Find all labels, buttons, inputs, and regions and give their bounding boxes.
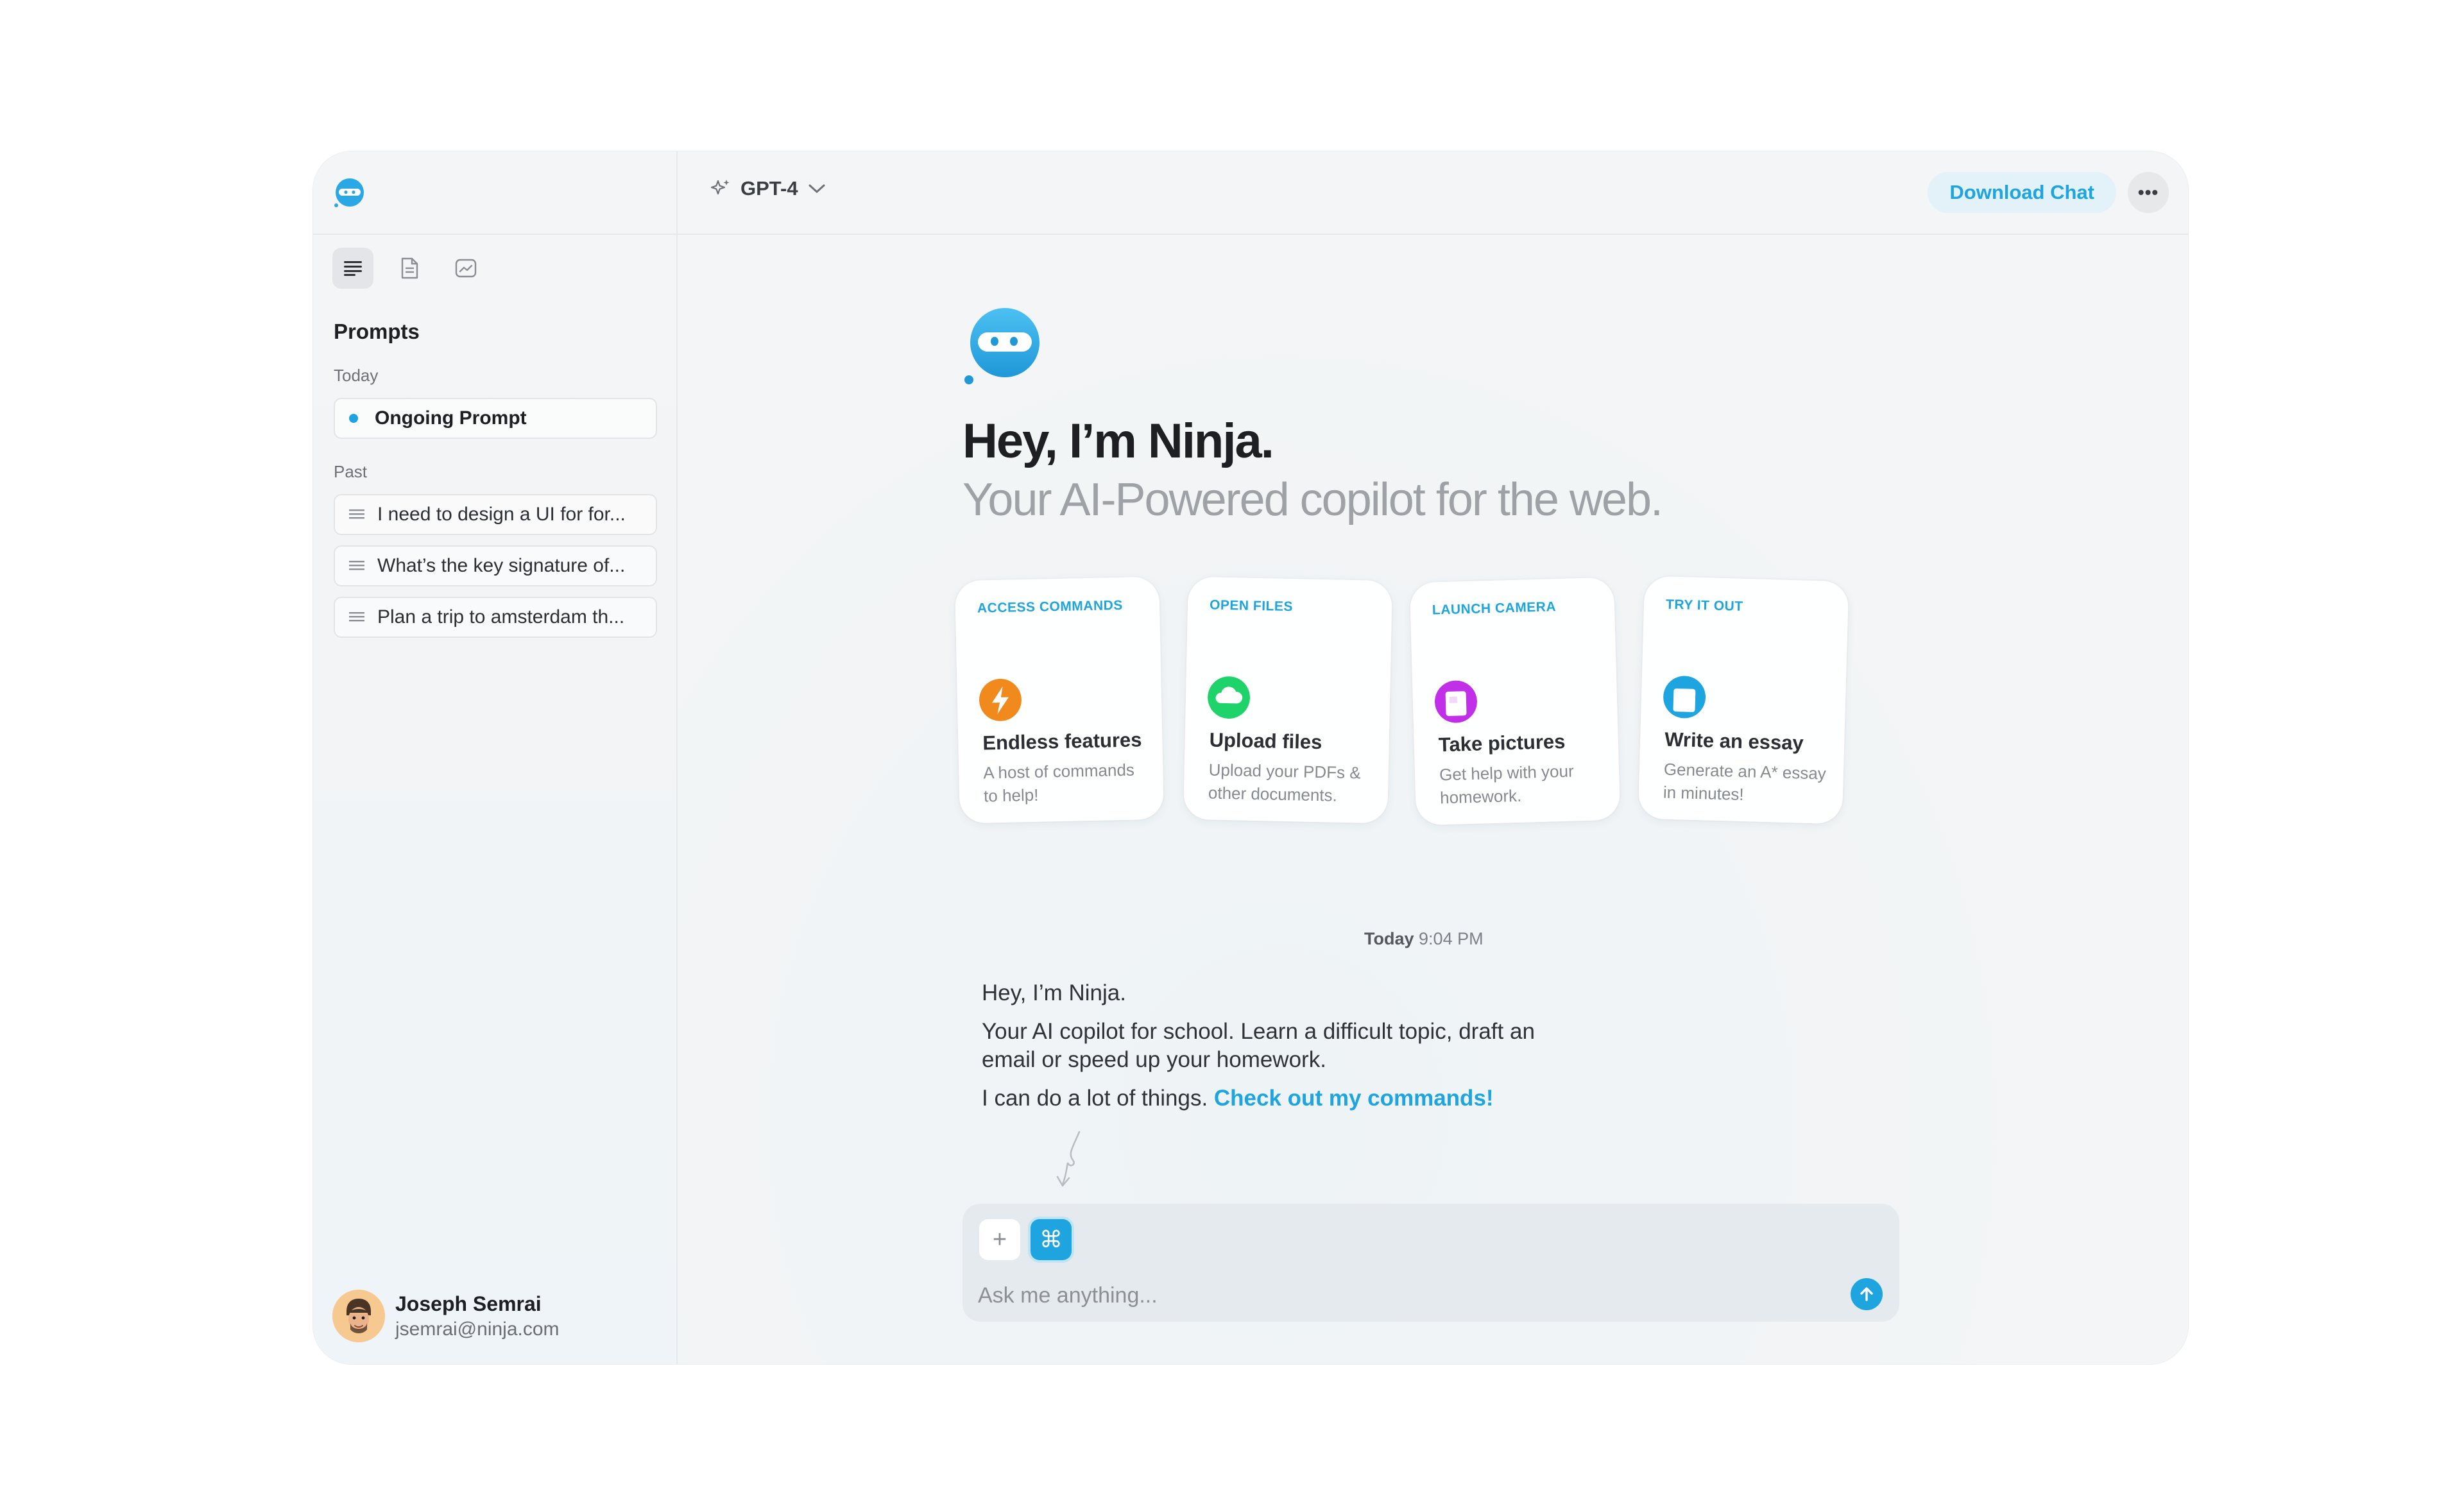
ninja-logo-icon[interactable]: [332, 176, 367, 210]
arrow-up-icon: [1860, 1287, 1873, 1301]
timestamp-day: Today: [1364, 929, 1414, 948]
hero-title: Hey, I’m Ninja.: [963, 414, 1274, 468]
add-attachment-button[interactable]: +: [979, 1219, 1020, 1260]
timestamp-time: 9:04 PM: [1419, 929, 1484, 948]
memoji-avatar-icon: [332, 1290, 385, 1342]
message-line: email or speed up your homework.: [982, 1047, 1326, 1072]
sparkles-icon: [710, 180, 730, 195]
arrow-doodle-icon: [1056, 1131, 1081, 1187]
hero-subtitle: Your AI-Powered copilot for the web.: [963, 474, 1663, 525]
card-category: TRY IT OUT: [1665, 597, 1743, 614]
prompts-heading: Prompts: [334, 320, 420, 343]
image-folder-icon: [455, 259, 477, 278]
camera-icon: [1434, 680, 1477, 723]
model-selector[interactable]: GPT-4: [710, 177, 826, 200]
sidebar-header: [313, 151, 676, 235]
chevron-down-icon: [809, 184, 825, 193]
message-text: I can do a lot of things.: [982, 1086, 1208, 1111]
cloud-icon: [1208, 676, 1251, 719]
sidebar: Prompts Today Ongoing Prompt Past I need…: [313, 151, 678, 1364]
lines-icon: [349, 612, 364, 622]
card-description: Generate an A* essay in minutes!: [1663, 759, 1827, 805]
tab-documents[interactable]: [389, 248, 430, 289]
user-name: Joseph Semrai: [395, 1292, 542, 1315]
send-button[interactable]: [1851, 1278, 1883, 1310]
message-input[interactable]: [978, 1281, 1831, 1310]
section-today-label: Today: [334, 366, 379, 385]
tab-prompts[interactable]: [332, 248, 373, 289]
message-line: I can do a lot of things. Check out my c…: [982, 1084, 1494, 1113]
chat-main: GPT-4 Download Chat ••• Hey, I’m Ninja. …: [678, 151, 2188, 1364]
card-category: OPEN FILES: [1209, 597, 1294, 615]
prompt-item-past[interactable]: Plan a trip to amsterdam th...: [334, 597, 657, 638]
lines-icon: [349, 509, 364, 519]
app-window: Prompts Today Ongoing Prompt Past I need…: [313, 151, 2188, 1364]
card-open-files[interactable]: OPEN FILES Upload files Upload your PDFs…: [1183, 576, 1392, 824]
message-line: Your AI copilot for school. Learn a diff…: [982, 1019, 1535, 1044]
card-description: Get help with your homework.: [1439, 761, 1575, 808]
message-composer: + ⌘: [963, 1204, 1899, 1322]
user-info: Joseph Semrai jsemrai@ninja.com: [395, 1292, 560, 1340]
card-try-it-out[interactable]: TRY IT OUT Write an essay Generate an A*…: [1638, 576, 1849, 824]
section-past-label: Past: [334, 462, 368, 481]
card-category: ACCESS COMMANDS: [977, 597, 1124, 616]
message-line: Hey, I’m Ninja.: [982, 980, 1126, 1005]
card-access-commands[interactable]: ACCESS COMMANDS Endless features A host …: [955, 576, 1164, 824]
more-options-button[interactable]: •••: [2128, 172, 2169, 213]
card-title: Upload files: [1209, 728, 1322, 754]
prompt-item-label: Plan a trip to amsterdam th...: [377, 606, 625, 628]
ninja-logo-icon: [964, 308, 1040, 384]
list-icon: [344, 261, 362, 276]
commands-link[interactable]: Check out my commands!: [1214, 1086, 1494, 1111]
topbar: GPT-4 Download Chat •••: [678, 151, 2188, 235]
tab-gallery[interactable]: [445, 248, 486, 289]
document-icon: [1663, 676, 1706, 719]
message-timestamp: Today 9:04 PM: [1364, 929, 1484, 949]
sidebar-view-tabs: [332, 248, 486, 289]
card-launch-camera[interactable]: LAUNCH CAMERA Take pictures Get help wit…: [1409, 577, 1621, 826]
prompt-item-label: Ongoing Prompt: [375, 407, 527, 429]
prompt-item-label: I need to design a UI for for...: [377, 504, 626, 525]
prompt-item-past[interactable]: What’s the key signature of...: [334, 545, 657, 586]
card-title: Write an essay: [1664, 728, 1804, 755]
document-icon: [401, 257, 418, 279]
prompt-item-ongoing[interactable]: Ongoing Prompt: [334, 398, 657, 439]
user-email: jsemrai@ninja.com: [395, 1318, 560, 1340]
prompt-item-label: What’s the key signature of...: [377, 555, 626, 576]
prompt-item-past[interactable]: I need to design a UI for for...: [334, 494, 657, 535]
model-name: GPT-4: [740, 177, 798, 200]
commands-button[interactable]: ⌘: [1031, 1219, 1072, 1260]
lightning-icon: [979, 678, 1022, 721]
card-description: A host of commands to help!: [983, 760, 1135, 806]
avatar: [332, 1290, 385, 1342]
user-profile[interactable]: Joseph Semrai jsemrai@ninja.com: [332, 1290, 560, 1342]
card-category: LAUNCH CAMERA: [1432, 599, 1557, 618]
card-description: Upload your PDFs & other documents.: [1208, 760, 1361, 805]
card-title: Take pictures: [1438, 730, 1566, 756]
download-chat-button[interactable]: Download Chat: [1928, 172, 2116, 213]
active-dot-icon: [349, 414, 358, 423]
card-title: Endless features: [982, 728, 1142, 755]
lines-icon: [349, 561, 364, 570]
